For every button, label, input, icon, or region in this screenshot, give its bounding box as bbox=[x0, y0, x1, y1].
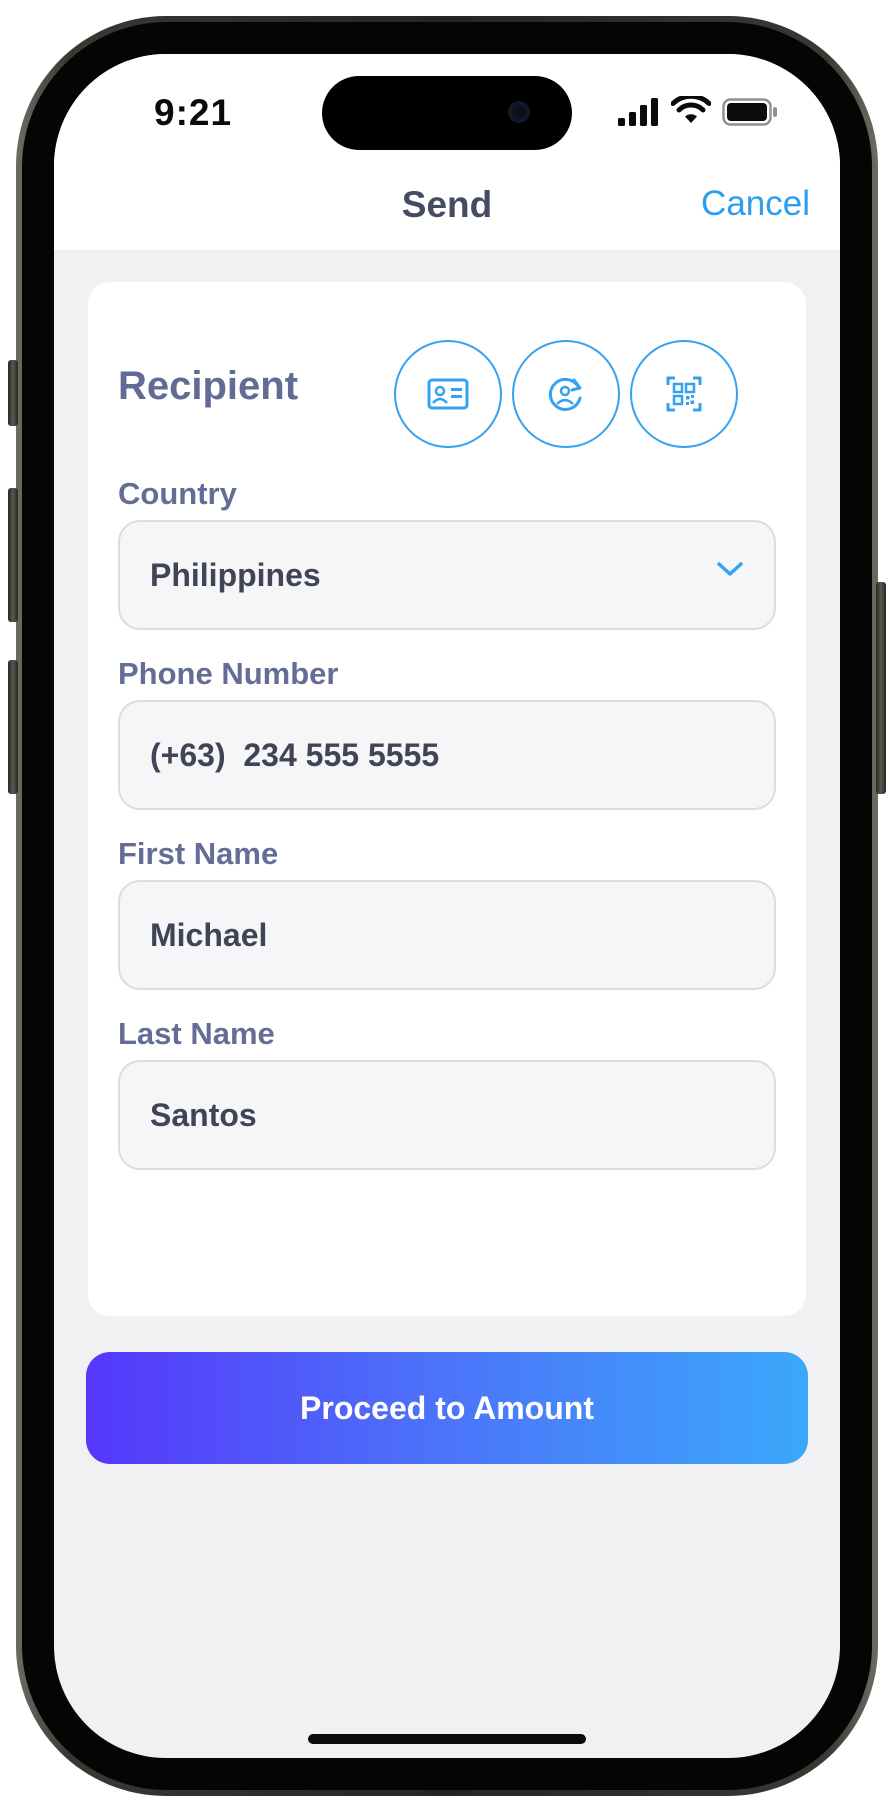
scan-qr-button[interactable] bbox=[630, 340, 738, 448]
qr-code-icon bbox=[666, 376, 702, 412]
country-value: Philippines bbox=[150, 557, 321, 593]
phone-number-value: (+63) 234 555 5555 bbox=[150, 737, 440, 773]
screen: 9:21 Send Cancel Recipient Country Phili… bbox=[54, 54, 840, 1758]
country-label: Country bbox=[118, 476, 237, 511]
front-camera bbox=[508, 101, 530, 123]
contact-card-button[interactable] bbox=[394, 340, 502, 448]
recent-contacts-icon bbox=[548, 377, 582, 411]
first-name-field[interactable]: Michael bbox=[118, 880, 776, 990]
status-time: 9:21 bbox=[154, 92, 233, 133]
last-name-value: Santos bbox=[150, 1097, 257, 1133]
home-indicator[interactable] bbox=[308, 1734, 586, 1744]
recent-contacts-button[interactable] bbox=[512, 340, 620, 448]
last-name-label: Last Name bbox=[118, 1016, 275, 1051]
first-name-value: Michael bbox=[150, 917, 268, 953]
cancel-button[interactable]: Cancel bbox=[701, 184, 810, 224]
last-name-field[interactable]: Santos bbox=[118, 1060, 776, 1170]
power-button bbox=[876, 582, 886, 794]
proceed-to-amount-button[interactable]: Proceed to Amount bbox=[86, 1352, 808, 1464]
battery-icon bbox=[722, 98, 777, 126]
cellular-signal-icon bbox=[618, 98, 658, 126]
country-select[interactable]: Philippines bbox=[118, 520, 776, 630]
contact-card-icon bbox=[427, 378, 469, 410]
dynamic-island bbox=[322, 76, 572, 150]
wifi-icon bbox=[671, 96, 711, 123]
volume-up-button bbox=[8, 488, 18, 622]
volume-down-button bbox=[8, 660, 18, 794]
phone-number-field[interactable]: (+63) 234 555 5555 bbox=[118, 700, 776, 810]
action-button bbox=[8, 360, 18, 426]
phone-number-label: Phone Number bbox=[118, 656, 339, 691]
chevron-down-icon bbox=[717, 562, 743, 576]
first-name-label: First Name bbox=[118, 836, 279, 871]
recipient-heading: Recipient bbox=[118, 364, 299, 408]
